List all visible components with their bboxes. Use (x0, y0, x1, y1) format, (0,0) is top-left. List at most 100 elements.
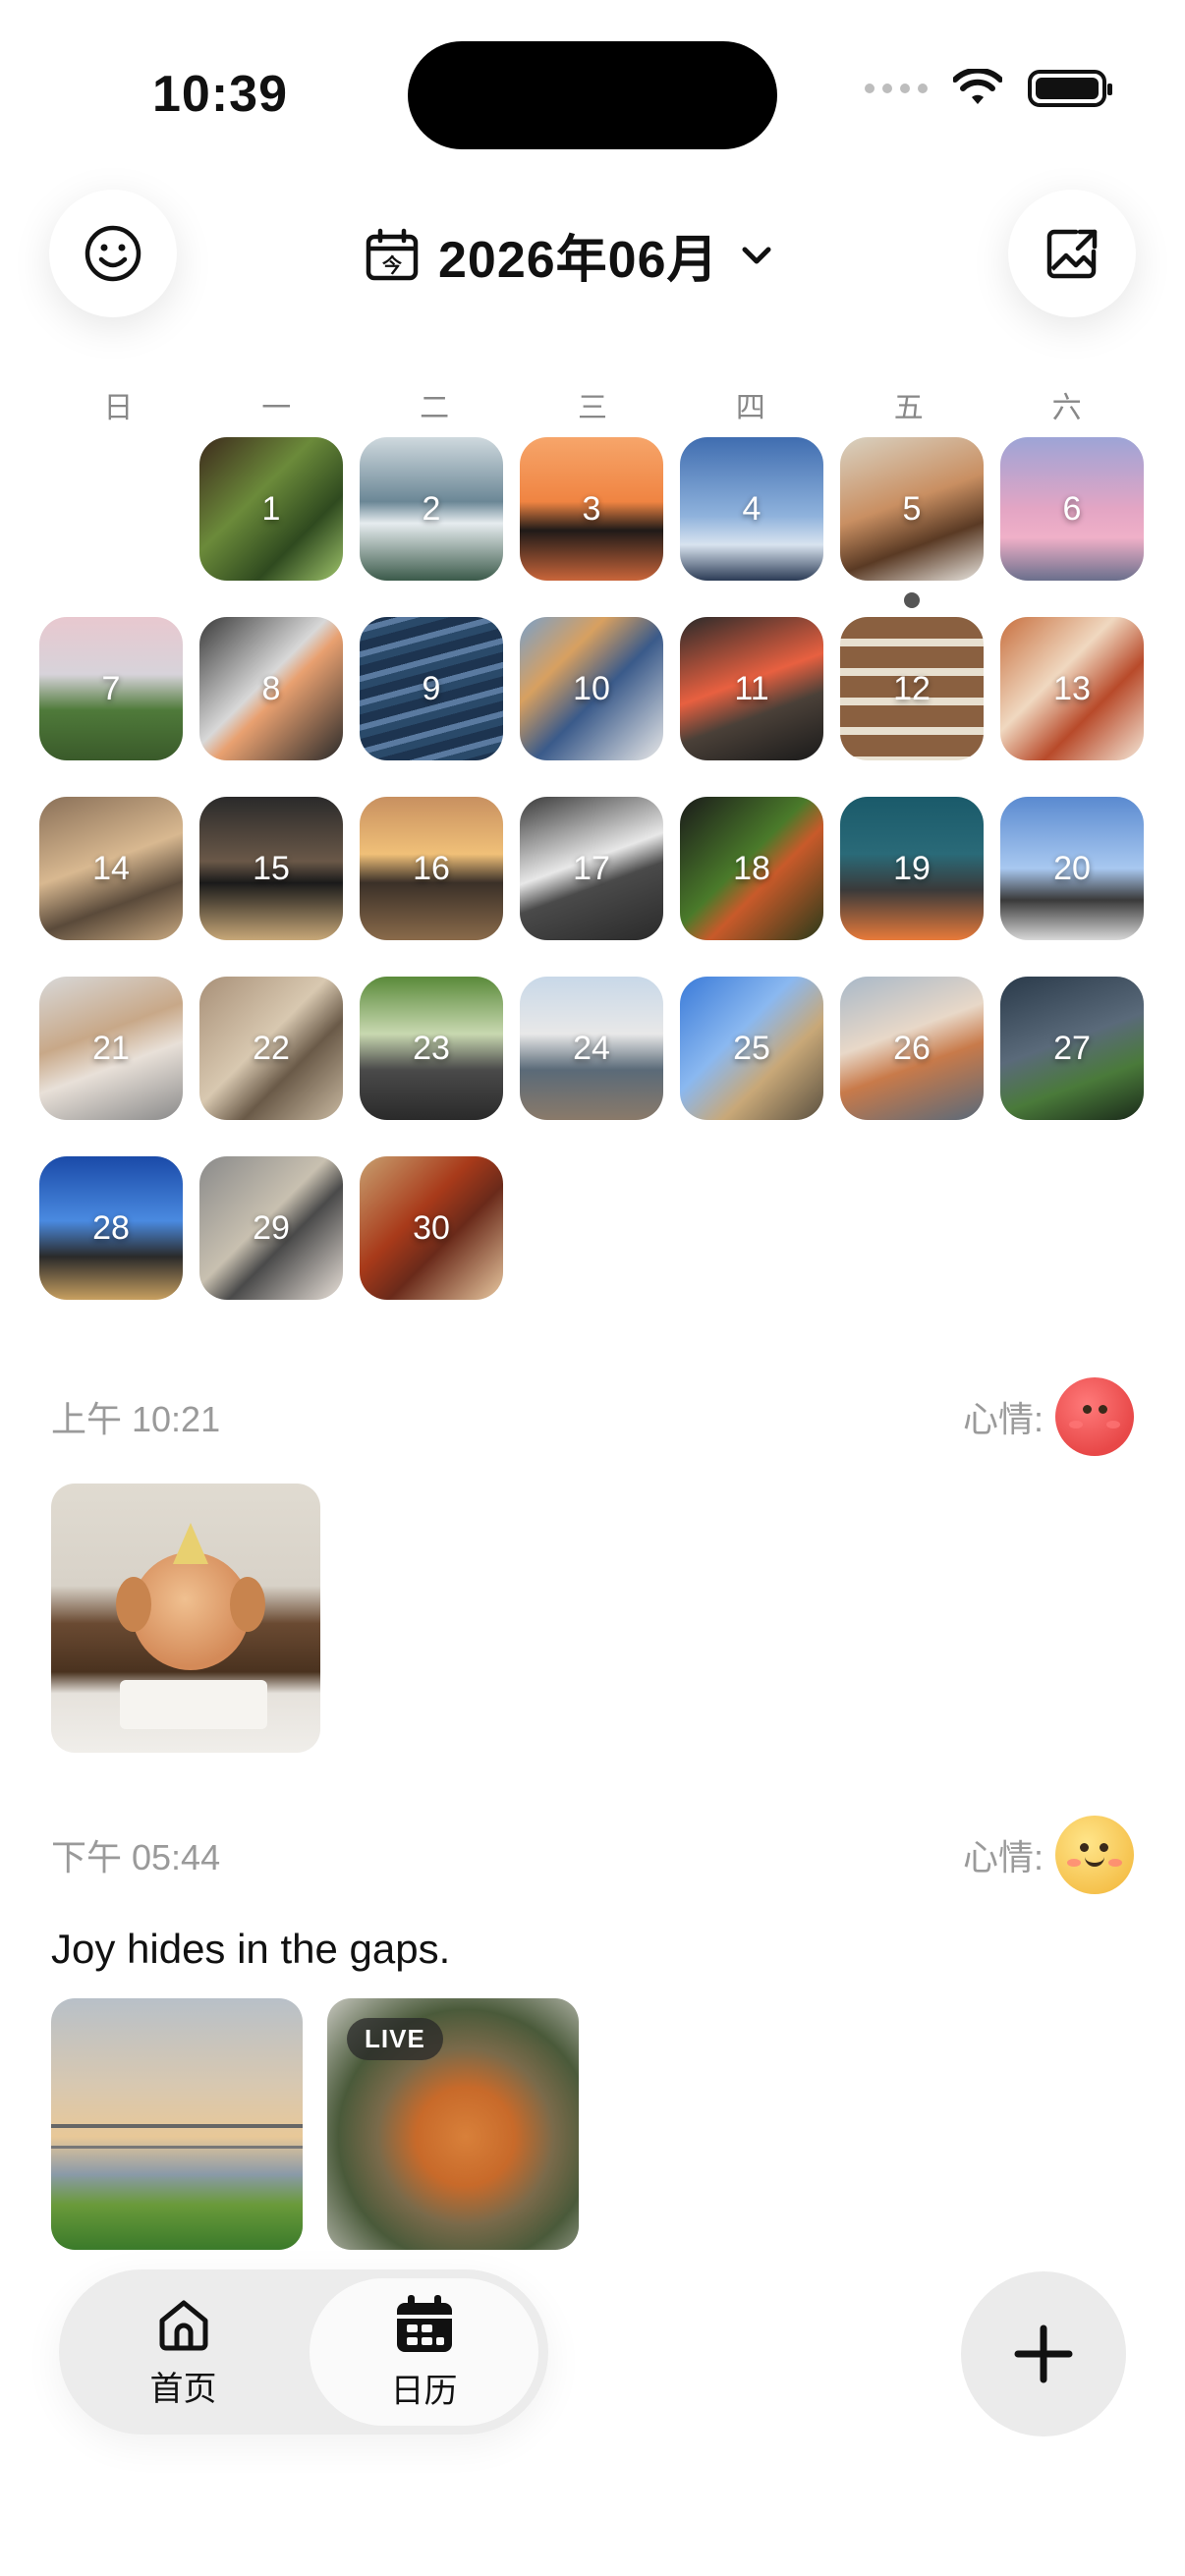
calendar-day-number: 13 (1053, 669, 1091, 707)
calendar-day-3[interactable]: 3 (520, 437, 663, 581)
tab-home[interactable]: 首页 (69, 2278, 298, 2426)
calendar-day-number: 24 (573, 1029, 610, 1067)
calendar-day-9[interactable]: 9 (360, 617, 503, 760)
calendar-day-number: 4 (742, 489, 762, 528)
calendar-day-number: 19 (893, 849, 931, 887)
calendar-day-10[interactable]: 10 (520, 617, 663, 760)
calendar-day-29[interactable]: 29 (199, 1156, 343, 1300)
calendar-day-6[interactable]: 6 (1000, 437, 1144, 581)
calendar-day-21[interactable]: 21 (39, 977, 183, 1120)
tab-calendar[interactable]: 日历 (310, 2278, 538, 2426)
weekday-label: 四 (735, 392, 765, 424)
calendar-empty-cell (39, 437, 183, 581)
chevron-down-icon[interactable] (737, 236, 776, 275)
selected-day-dot (904, 592, 920, 608)
month-title[interactable]: 2026年06月 (438, 218, 719, 292)
svg-text:今: 今 (382, 253, 403, 277)
calendar-day-27[interactable]: 27 (1000, 977, 1144, 1120)
cellular-signal-icon (865, 84, 928, 93)
calendar-day-8[interactable]: 8 (199, 617, 343, 760)
weekday-label: 六 (1051, 392, 1082, 424)
weekday-label: 五 (893, 392, 924, 424)
mood-button[interactable] (49, 190, 177, 317)
calendar-day-17[interactable]: 17 (520, 797, 663, 940)
calendar-day-number: 11 (734, 669, 769, 707)
entry-photo-birthday-cake[interactable] (51, 1484, 320, 1753)
calendar-day-number: 8 (261, 669, 281, 707)
calendar-day-15[interactable]: 15 (199, 797, 343, 940)
calendar-day-4[interactable]: 4 (680, 437, 823, 581)
month-picker[interactable]: 今 2026年06月 (364, 218, 776, 292)
calendar-day-number: 22 (253, 1029, 290, 1067)
calendar-day-number: 28 (92, 1208, 130, 1247)
calendar-day-number: 10 (573, 669, 610, 707)
plus-icon (1014, 2324, 1073, 2383)
calendar-day-number: 2 (422, 489, 441, 528)
share-image-icon (1046, 229, 1098, 279)
calendar-day-2[interactable]: 2 (360, 437, 503, 581)
add-entry-button[interactable] (961, 2271, 1126, 2436)
calendar-grid: 1 2 3 4 5 6 7 8 9 10 11 12 13 14 15 16 17 18 19 20 21 22 23 24 2… (39, 437, 1146, 1300)
calendar-day-number: 1 (261, 489, 281, 528)
status-time: 10:39 (152, 66, 288, 123)
calendar-day-19[interactable]: 19 (840, 797, 984, 940)
calendar-day-number: 23 (413, 1029, 450, 1067)
calendar-day-25[interactable]: 25 (680, 977, 823, 1120)
calendar-day-28[interactable]: 28 (39, 1156, 183, 1300)
calendar-day-1[interactable]: 1 (199, 437, 343, 581)
wifi-icon (953, 69, 1002, 104)
weekday-label: 一 (261, 392, 292, 424)
entry-time: 下午 05:44 (51, 1837, 221, 1877)
calendar-day-number: 20 (1053, 849, 1091, 887)
calendar-day-number: 16 (413, 849, 450, 887)
calendar-day-26[interactable]: 26 (840, 977, 984, 1120)
calendar-day-23[interactable]: 23 (360, 977, 503, 1120)
calendar-day-number: 15 (253, 849, 290, 887)
calendar-day-20[interactable]: 20 (1000, 797, 1144, 940)
weekday-label: 日 (103, 392, 134, 424)
calendar-day-24[interactable]: 24 (520, 977, 663, 1120)
calendar-day-number: 9 (422, 669, 441, 707)
calendar-day-number: 25 (733, 1029, 770, 1067)
calendar-day-number: 7 (101, 669, 121, 707)
calendar-day-14[interactable]: 14 (39, 797, 183, 940)
entry-mood: 心情: (963, 1816, 1134, 1894)
calendar-day-11[interactable]: 11 (680, 617, 823, 760)
tab-calendar-label: 日历 (390, 2372, 458, 2410)
weekday-label: 三 (577, 392, 607, 424)
calendar-day-5[interactable]: 5 (840, 437, 984, 608)
status-icons (865, 69, 1112, 108)
calendar-day-number: 14 (92, 849, 130, 887)
calendar-today-icon: 今 (366, 228, 419, 280)
calendar-day-30[interactable]: 30 (360, 1156, 503, 1300)
calendar-day-18[interactable]: 18 (680, 797, 823, 940)
mood-label: 心情: (962, 1399, 1044, 1439)
calendar-day-number: 6 (1062, 489, 1082, 528)
calendar-day-16[interactable]: 16 (360, 797, 503, 940)
calendar-day-22[interactable]: 22 (199, 977, 343, 1120)
entry-time: 上午 10:21 (51, 1399, 221, 1439)
calendar-day-number: 27 (1053, 1029, 1091, 1067)
live-badge: LIVE (347, 2018, 443, 2060)
calendar-day-number: 21 (92, 1029, 130, 1067)
entry-header: 下午 05:44 心情: (51, 1816, 1134, 1894)
calendar-day-7[interactable]: 7 (39, 617, 183, 760)
calendar-day-13[interactable]: 13 (1000, 617, 1144, 760)
calendar-day-12[interactable]: 12 (840, 617, 984, 760)
entry-photo-live[interactable]: LIVE (327, 1998, 579, 2250)
calendar-day-number: 30 (413, 1208, 450, 1247)
bottom-tab-bar: 首页 日历 (59, 2269, 548, 2435)
weekday-label: 二 (420, 392, 450, 424)
entry-photo-sunset-shadow[interactable] (51, 1998, 303, 2250)
calendar-day-number: 12 (893, 669, 931, 707)
share-button[interactable] (1008, 190, 1136, 317)
calendar-day-number: 17 (573, 849, 610, 887)
calendar-icon (396, 2294, 452, 2352)
calendar-screen: 10:39 今 2026年06月 日 一 二 三 四 五 六 1 2 3 4 5… (0, 0, 1185, 2576)
weekday-header: 日一二三四五六 (39, 383, 1146, 426)
smiley-icon (85, 225, 141, 282)
calendar-day-number: 26 (893, 1029, 931, 1067)
entry-text: Joy hides in the gaps. (51, 1926, 451, 1972)
mood-label: 心情: (962, 1837, 1044, 1877)
calendar-day-number: 18 (733, 849, 770, 887)
